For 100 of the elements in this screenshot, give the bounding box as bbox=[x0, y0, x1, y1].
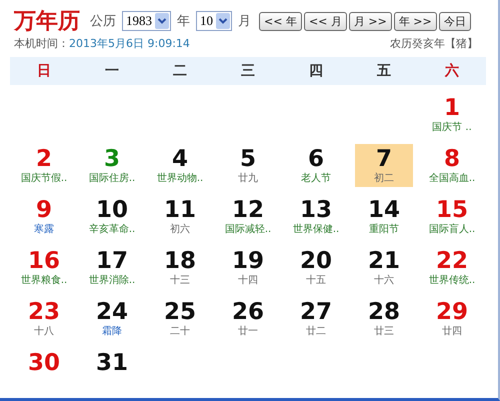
day-note: 重阳节 bbox=[369, 223, 399, 237]
day-number: 5 bbox=[240, 146, 256, 172]
day-cell[interactable]: 19 十四 bbox=[219, 246, 277, 289]
day-note: 寒露 bbox=[34, 223, 54, 237]
weekday-label: 三 bbox=[241, 62, 255, 80]
day-number: 19 bbox=[232, 248, 264, 274]
day-cell[interactable]: 17 世界消除.. bbox=[83, 246, 141, 289]
lunar-year-text: 农历癸亥年【猪】 bbox=[390, 36, 478, 51]
day-number: 18 bbox=[164, 248, 196, 274]
day-note: 国际盲人.. bbox=[428, 223, 476, 237]
day-note: 老人节 bbox=[301, 172, 331, 186]
day-number: 6 bbox=[308, 146, 324, 172]
day-cell[interactable]: 28 廿三 bbox=[355, 297, 413, 340]
day-cell[interactable]: 13 世界保健.. bbox=[287, 195, 345, 238]
day-number: 4 bbox=[172, 146, 188, 172]
year-select[interactable]: 1983 bbox=[122, 11, 171, 31]
day-number: 31 bbox=[96, 350, 128, 376]
next-year-button[interactable]: 年 >> bbox=[394, 12, 437, 30]
day-cell[interactable]: 7 初二 bbox=[355, 144, 413, 187]
month-select[interactable]: 10 bbox=[196, 11, 232, 31]
day-number: 17 bbox=[96, 248, 128, 274]
day-cell[interactable]: 11 初六 bbox=[151, 195, 209, 238]
day-note: 国际住房.. bbox=[88, 172, 136, 186]
day-cell[interactable]: 25 二十 bbox=[151, 297, 209, 340]
day-cell[interactable]: 1 国庆节 .. bbox=[423, 93, 481, 136]
day-note: 国庆节假.. bbox=[20, 172, 68, 186]
day-cell[interactable]: 9 寒露 bbox=[15, 195, 73, 238]
day-cell[interactable]: 8 全国高血.. bbox=[423, 144, 481, 187]
day-cell[interactable]: 24 霜降 bbox=[83, 297, 141, 340]
prev-month-button[interactable]: << 月 bbox=[304, 12, 347, 30]
day-cell[interactable]: 12 国际减轻.. bbox=[219, 195, 277, 238]
day-number: 1 bbox=[444, 95, 460, 121]
day-cell[interactable]: 16 世界粮食.. bbox=[15, 246, 73, 289]
next-month-button[interactable]: 月 >> bbox=[348, 12, 392, 30]
day-number: 10 bbox=[96, 197, 128, 223]
day-number: 12 bbox=[232, 197, 264, 223]
day-cell[interactable]: 18 十三 bbox=[151, 246, 209, 289]
weekday-label: 二 bbox=[173, 62, 187, 80]
day-note: 十八 bbox=[34, 325, 54, 339]
day-note: 世界消除.. bbox=[88, 274, 136, 288]
day-cell[interactable]: 3 国际住房.. bbox=[83, 144, 141, 187]
day-number: 28 bbox=[368, 299, 400, 325]
day-cell[interactable]: 21 十六 bbox=[355, 246, 413, 289]
day-note: 国际减轻.. bbox=[224, 223, 272, 237]
weekday-label: 日 bbox=[37, 62, 51, 80]
day-cell[interactable]: 4 世界动物.. bbox=[151, 144, 209, 187]
day-number: 2 bbox=[36, 146, 52, 172]
day-note: 十六 bbox=[374, 274, 394, 288]
day-cell[interactable]: 2 国庆节假.. bbox=[15, 144, 73, 187]
day-number: 11 bbox=[164, 197, 196, 223]
day-number: 7 bbox=[376, 146, 392, 172]
day-cell[interactable]: 23 十八 bbox=[15, 297, 73, 340]
day-number: 27 bbox=[300, 299, 332, 325]
day-number: 8 bbox=[444, 146, 460, 172]
calendar-label: 公历 bbox=[90, 13, 116, 30]
day-number: 14 bbox=[368, 197, 400, 223]
day-number: 29 bbox=[436, 299, 468, 325]
day-number: 24 bbox=[96, 299, 128, 325]
day-cell[interactable]: 30 bbox=[15, 348, 73, 391]
day-number: 13 bbox=[300, 197, 332, 223]
day-note: 廿二 bbox=[306, 325, 326, 339]
day-note: 霜降 bbox=[102, 325, 122, 339]
day-note: 十五 bbox=[306, 274, 326, 288]
weekday-label: 四 bbox=[309, 62, 323, 80]
day-cell[interactable]: 6 老人节 bbox=[287, 144, 345, 187]
day-cell[interactable]: 22 世界传统.. bbox=[423, 246, 481, 289]
day-cell[interactable]: 15 国际盲人.. bbox=[423, 195, 481, 238]
day-note: 十四 bbox=[238, 274, 258, 288]
day-note: 初二 bbox=[374, 172, 394, 186]
day-note: 世界动物.. bbox=[156, 172, 204, 186]
day-number: 15 bbox=[436, 197, 468, 223]
day-number: 21 bbox=[368, 248, 400, 274]
day-note: 世界粮食.. bbox=[20, 274, 68, 288]
day-cell[interactable]: 14 重阳节 bbox=[355, 195, 413, 238]
day-cell[interactable]: 26 廿一 bbox=[219, 297, 277, 340]
day-note: 全国高血.. bbox=[428, 172, 476, 186]
day-note: 初六 bbox=[170, 223, 190, 237]
day-cell[interactable]: 20 十五 bbox=[287, 246, 345, 289]
day-note: 辛亥革命.. bbox=[88, 223, 136, 237]
weekday-label: 六 bbox=[445, 62, 459, 80]
day-cell[interactable]: 31 bbox=[83, 348, 141, 391]
day-cell[interactable]: 10 辛亥革命.. bbox=[83, 195, 141, 238]
day-number: 22 bbox=[436, 248, 468, 274]
day-cell[interactable]: 29 廿四 bbox=[423, 297, 481, 340]
day-cell[interactable]: 27 廿二 bbox=[287, 297, 345, 340]
day-note: 二十 bbox=[170, 325, 190, 339]
weekday-label: 五 bbox=[377, 62, 391, 80]
today-button[interactable]: 今日 bbox=[438, 12, 471, 30]
prev-year-button[interactable]: << 年 bbox=[259, 12, 302, 30]
day-note: 廿三 bbox=[374, 325, 394, 339]
day-note: 廿九 bbox=[238, 172, 258, 186]
day-number: 16 bbox=[28, 248, 60, 274]
day-number: 26 bbox=[232, 299, 264, 325]
day-note: 世界保健.. bbox=[292, 223, 340, 237]
month-label: 月 bbox=[238, 13, 251, 30]
day-number: 25 bbox=[164, 299, 196, 325]
day-number: 20 bbox=[300, 248, 332, 274]
day-note: 世界传统.. bbox=[428, 274, 476, 288]
day-note: 廿四 bbox=[442, 325, 462, 339]
day-cell[interactable]: 5 廿九 bbox=[219, 144, 277, 187]
